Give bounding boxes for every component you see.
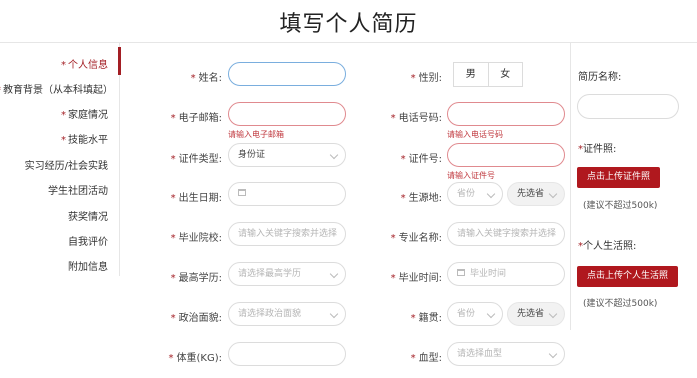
major-label: * 专业名称:	[390, 233, 442, 244]
gender-label: * 性别:	[410, 73, 442, 84]
chevron-down-icon	[548, 349, 558, 359]
origin-label: * 生源地:	[400, 193, 442, 204]
id-type-label: * 证件类型:	[170, 154, 222, 165]
chevron-down-icon	[486, 309, 496, 319]
chevron-down-icon	[329, 309, 339, 319]
upload-life-photo-button[interactable]: 点击上传个人生活照	[577, 266, 678, 287]
id-number-error: 请输入证件号	[447, 171, 495, 180]
degree-label: * 最高学历:	[170, 273, 222, 284]
major-search-input[interactable]: 请输入关键字搜索并选择	[447, 222, 565, 246]
politics-label: * 政治面貌:	[170, 313, 222, 324]
sidebar-item-education[interactable]: *教育背景（从本科填起）	[0, 81, 113, 96]
birth-date-label: * 出生日期:	[170, 193, 222, 204]
calendar-icon	[457, 269, 465, 276]
life-photo-hint: (建议不超过500k)	[583, 299, 658, 309]
id-photo-label: *证件照:	[578, 144, 617, 155]
page-title: 填写个人简历	[279, 12, 418, 37]
sidebar-item-additional[interactable]: 附加信息	[68, 258, 108, 273]
politics-select[interactable]: 请选择政治面貌	[228, 302, 346, 326]
gender-male-option[interactable]: 男	[454, 63, 488, 86]
id-number-label: * 证件号:	[400, 154, 442, 165]
gender-toggle: 男 女	[453, 62, 523, 87]
id-photo-hint: (建议不超过500k)	[583, 201, 658, 211]
gender-female-option[interactable]: 女	[487, 63, 523, 86]
phone-error: 请输入电话号码	[447, 130, 503, 139]
weight-label: * 体重(KG):	[168, 353, 222, 364]
sidebar-item-clubs[interactable]: 学生社团活动	[48, 182, 108, 197]
sidebar-divider	[119, 43, 120, 276]
sidebar-nav: *个人信息 *教育背景（从本科填起） *家庭情况 *技能水平 实习经历/社会实践…	[0, 43, 122, 276]
weight-input[interactable]	[228, 342, 346, 366]
school-search-input[interactable]: 请输入关键字搜索并选择	[228, 222, 346, 246]
sidebar-item-internship[interactable]: 实习经历/社会实践	[25, 157, 108, 172]
resume-name-label: 简历名称:	[578, 72, 622, 83]
calendar-icon	[238, 189, 246, 196]
phone-label: * 电话号码:	[390, 113, 442, 124]
native-place-label: * 籍贯:	[410, 313, 442, 324]
phone-input[interactable]	[447, 102, 565, 126]
name-input[interactable]	[228, 62, 346, 86]
id-number-input[interactable]	[447, 143, 565, 167]
sidebar-item-self-evaluation[interactable]: 自我评价	[68, 233, 108, 248]
chevron-down-icon	[548, 189, 558, 199]
blood-type-select[interactable]: 请选择血型	[447, 342, 565, 366]
origin-province-select[interactable]: 省份	[447, 182, 503, 206]
email-error: 请输入电子邮箱	[228, 130, 284, 139]
sidebar-active-indicator	[118, 47, 121, 75]
sidebar-item-family[interactable]: * 家庭情况	[61, 106, 108, 121]
sidebar-item-skills[interactable]: * 技能水平	[61, 131, 108, 146]
chevron-down-icon	[329, 150, 339, 160]
life-photo-label: *个人生活照:	[578, 241, 637, 252]
blood-type-label: * 血型:	[410, 353, 442, 364]
grad-time-label: * 毕业时间:	[390, 273, 442, 284]
email-label: * 电子邮箱:	[170, 113, 222, 124]
id-type-select[interactable]: 身份证	[228, 143, 346, 167]
right-panel-divider	[570, 43, 571, 330]
grad-time-picker[interactable]: 毕业时间	[447, 262, 565, 286]
chevron-down-icon	[548, 309, 558, 319]
resume-name-input[interactable]	[577, 94, 679, 119]
origin-city-select[interactable]: 先选省	[507, 182, 565, 206]
native-province-select[interactable]: 省份	[447, 302, 503, 326]
email-input[interactable]	[228, 102, 346, 126]
school-label: * 毕业院校:	[170, 233, 222, 244]
sidebar-item-awards[interactable]: 获奖情况	[68, 208, 108, 223]
name-label: * 姓名:	[190, 73, 222, 84]
chevron-down-icon	[329, 269, 339, 279]
upload-id-photo-button[interactable]: 点击上传证件照	[577, 167, 660, 188]
degree-select[interactable]: 请选择最高学历	[228, 262, 346, 286]
birth-date-picker[interactable]	[228, 182, 346, 206]
sidebar-item-personal-info[interactable]: * 个人信息	[61, 56, 108, 71]
native-city-select[interactable]: 先选省	[507, 302, 565, 326]
chevron-down-icon	[486, 189, 496, 199]
